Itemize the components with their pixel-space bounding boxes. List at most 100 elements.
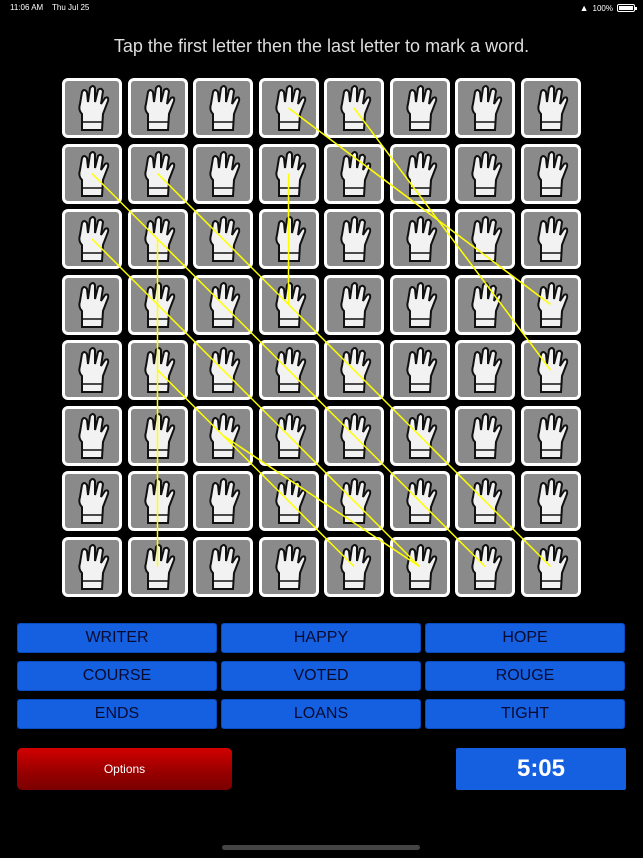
- hand-sign-icon: [340, 150, 372, 197]
- letter-tile[interactable]: [127, 405, 188, 466]
- hand-sign-icon: [340, 216, 372, 262]
- letter-tile[interactable]: [127, 536, 188, 597]
- battery-icon: [617, 4, 637, 12]
- letter-tile[interactable]: [324, 143, 384, 204]
- letter-tile[interactable]: [193, 405, 253, 466]
- letter-tile[interactable]: [389, 78, 450, 138]
- word-button-course[interactable]: COURSE: [17, 661, 217, 691]
- letter-tile[interactable]: [193, 143, 253, 204]
- letter-tile[interactable]: [455, 78, 515, 138]
- letter-tile[interactable]: [62, 471, 122, 531]
- letter-tile[interactable]: [324, 209, 384, 269]
- letter-tile[interactable]: [127, 340, 188, 400]
- letter-tile[interactable]: [127, 143, 188, 204]
- hand-sign-icon: [274, 478, 306, 524]
- letter-tile[interactable]: [455, 143, 515, 204]
- letter-tile[interactable]: [520, 471, 581, 531]
- hand-sign-icon: [405, 281, 437, 328]
- hand-sign-icon: [405, 478, 437, 524]
- letter-tile[interactable]: [455, 471, 515, 531]
- hand-sign-icon: [78, 281, 110, 328]
- letter-tile[interactable]: [455, 340, 515, 400]
- wifi-icon: ▲: [579, 3, 589, 13]
- word-button-happy[interactable]: HAPPY: [221, 623, 421, 653]
- letter-tile[interactable]: [62, 143, 122, 204]
- letter-tile[interactable]: [520, 536, 581, 597]
- letter-tile[interactable]: [193, 536, 253, 597]
- word-button-rouge[interactable]: ROUGE: [425, 661, 625, 691]
- hand-sign-icon: [340, 412, 372, 459]
- letter-tile[interactable]: [389, 536, 450, 597]
- letter-tile[interactable]: [389, 143, 450, 204]
- letter-tile[interactable]: [324, 471, 384, 531]
- letter-tile[interactable]: [62, 536, 122, 597]
- hand-sign-icon: [78, 347, 110, 393]
- letter-tile[interactable]: [258, 209, 319, 269]
- letter-tile[interactable]: [193, 471, 253, 531]
- letter-tile[interactable]: [520, 78, 581, 138]
- letter-tile[interactable]: [324, 340, 384, 400]
- letter-tile[interactable]: [389, 405, 450, 466]
- letter-tile[interactable]: [258, 274, 319, 335]
- word-button-voted[interactable]: VOTED: [221, 661, 421, 691]
- letter-tile[interactable]: [389, 274, 450, 335]
- options-button[interactable]: Options: [17, 748, 232, 790]
- hand-sign-icon: [143, 347, 175, 393]
- status-time: 11:06 AM: [10, 3, 44, 12]
- hand-sign-icon: [274, 150, 306, 197]
- letter-tile[interactable]: [520, 209, 581, 269]
- hand-sign-icon: [143, 478, 175, 524]
- letter-tile[interactable]: [258, 536, 319, 597]
- letter-tile[interactable]: [62, 274, 122, 335]
- letter-tile[interactable]: [193, 274, 253, 335]
- letter-tile[interactable]: [62, 209, 122, 269]
- letter-tile[interactable]: [455, 405, 515, 466]
- hand-sign-icon: [471, 150, 503, 197]
- letter-tile[interactable]: [193, 78, 253, 138]
- hand-sign-icon: [405, 150, 437, 197]
- letter-tile[interactable]: [62, 78, 122, 138]
- letter-tile[interactable]: [520, 143, 581, 204]
- word-button-ends[interactable]: ENDS: [17, 699, 217, 729]
- letter-tile[interactable]: [193, 340, 253, 400]
- letter-tile[interactable]: [258, 78, 319, 138]
- letter-tile[interactable]: [127, 78, 188, 138]
- letter-tile[interactable]: [258, 471, 319, 531]
- letter-tile[interactable]: [193, 209, 253, 269]
- word-button-tight[interactable]: TIGHT: [425, 699, 625, 729]
- letter-tile[interactable]: [258, 340, 319, 400]
- letter-tile[interactable]: [62, 405, 122, 466]
- letter-tile[interactable]: [324, 78, 384, 138]
- letter-tile[interactable]: [389, 471, 450, 531]
- hand-sign-icon: [471, 85, 503, 131]
- letter-tile[interactable]: [127, 209, 188, 269]
- hand-sign-icon: [471, 281, 503, 328]
- letter-tile[interactable]: [324, 405, 384, 466]
- letter-tile[interactable]: [324, 274, 384, 335]
- hand-sign-icon: [78, 412, 110, 459]
- letter-tile[interactable]: [520, 405, 581, 466]
- letter-tile[interactable]: [389, 340, 450, 400]
- letter-tile[interactable]: [455, 536, 515, 597]
- letter-tile[interactable]: [389, 209, 450, 269]
- letter-tile[interactable]: [455, 209, 515, 269]
- hand-sign-icon: [405, 412, 437, 459]
- word-button-hope[interactable]: HOPE: [425, 623, 625, 653]
- letter-tile[interactable]: [127, 274, 188, 335]
- hand-sign-icon: [209, 412, 241, 459]
- letter-tile[interactable]: [62, 340, 122, 400]
- letter-tile[interactable]: [520, 274, 581, 335]
- hand-sign-icon: [78, 216, 110, 262]
- letter-tile[interactable]: [127, 471, 188, 531]
- letter-tile[interactable]: [258, 143, 319, 204]
- found-word-line: [156, 369, 355, 568]
- letter-tile[interactable]: [324, 536, 384, 597]
- letter-tile[interactable]: [455, 274, 515, 335]
- word-button-loans[interactable]: LOANS: [221, 699, 421, 729]
- letter-tile[interactable]: [520, 340, 581, 400]
- word-button-writer[interactable]: WRITER: [17, 623, 217, 653]
- hand-sign-icon: [340, 281, 372, 328]
- hand-sign-icon: [340, 478, 372, 524]
- letter-tile[interactable]: [258, 405, 319, 466]
- status-right: ▲ 100%: [579, 3, 637, 13]
